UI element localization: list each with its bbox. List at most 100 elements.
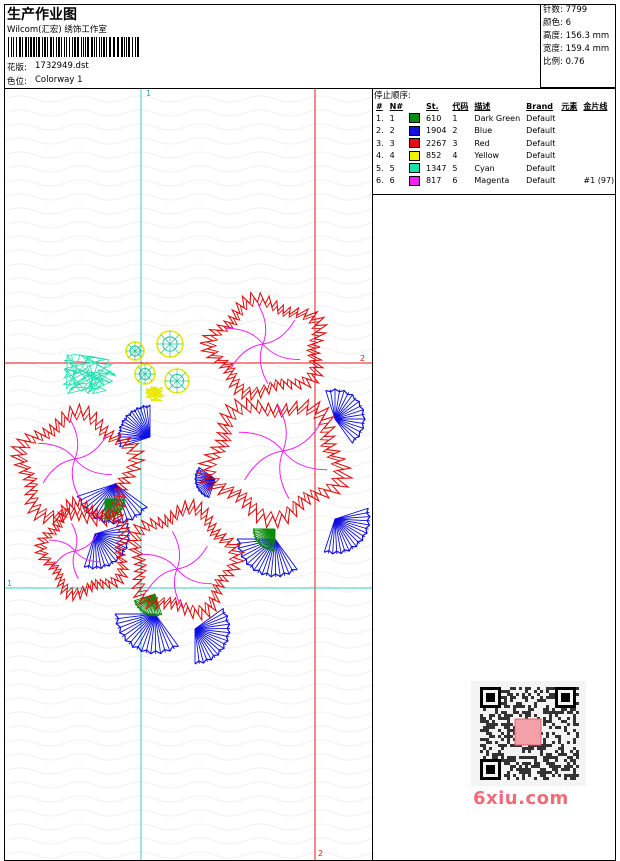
guide-label-v1: 1 xyxy=(146,89,151,98)
design-scale: 比例: 0.76 xyxy=(543,57,585,67)
row-swatch xyxy=(406,162,423,175)
color-swatch xyxy=(409,138,421,149)
row-index: 5. xyxy=(376,163,384,173)
row-element xyxy=(558,150,580,163)
col-swatch xyxy=(406,100,423,112)
row-needle: 1 xyxy=(389,113,395,123)
row-element xyxy=(558,175,580,188)
stats-list: 针数: 7799 颜色: 6 高度: 156.3 mm 宽度: 159.4 mm… xyxy=(543,4,609,69)
stop-row: 1. 1 610 1 Dark Green Default xyxy=(373,112,617,125)
stop-list-divider xyxy=(372,194,616,195)
col-stitches: St. xyxy=(426,101,439,111)
guide-label-h1: 1 xyxy=(7,579,12,588)
row-stitches: 610 xyxy=(426,113,442,123)
row-element xyxy=(558,112,580,125)
color-swatch xyxy=(409,150,421,161)
row-element xyxy=(558,137,580,150)
row-stitches: 1347 xyxy=(426,163,447,173)
row-code: 6 xyxy=(452,176,458,186)
row-needle: 4 xyxy=(389,151,395,161)
row-brand: Default xyxy=(526,113,556,123)
row-description: Dark Green xyxy=(474,113,521,123)
row-swatch xyxy=(406,125,423,138)
color-count: 颜色: 6 xyxy=(543,18,571,28)
row-stitches: 817 xyxy=(426,176,442,186)
row-brand: Default xyxy=(526,138,556,148)
company-name: Wilcom(汇宏) 绣饰工作室 xyxy=(7,25,107,35)
yellow-flower-4 xyxy=(164,368,190,394)
col-index: # xyxy=(376,101,383,111)
row-needle: 3 xyxy=(389,138,395,148)
color-swatch xyxy=(409,163,421,174)
col-needle: N# xyxy=(389,101,404,111)
guide-label-v2: 2 xyxy=(318,849,323,858)
colorway-name: Colorway 1 xyxy=(35,75,83,85)
row-code: 4 xyxy=(452,151,458,161)
qr-code-watermark xyxy=(471,681,586,786)
row-code: 1 xyxy=(452,113,458,123)
row-code: 5 xyxy=(452,163,458,173)
color-swatch xyxy=(409,125,421,136)
row-code: 3 xyxy=(452,138,458,148)
production-worksheet: 生产作业图 Wilcom(汇宏) 绣饰工作室 花版: 1732949.dst 色… xyxy=(0,0,620,861)
col-code: 代码 xyxy=(452,101,469,111)
page-title: 生产作业图 xyxy=(7,7,77,23)
qr-center-logo xyxy=(514,718,542,746)
watermark-text: 6xiu.com xyxy=(473,788,569,809)
stop-row: 5. 5 1347 5 Cyan Default xyxy=(373,162,617,175)
row-sequin: #1 (97) xyxy=(583,176,615,186)
row-swatch xyxy=(406,175,423,188)
row-element xyxy=(558,162,580,175)
row-sequin xyxy=(580,112,617,125)
table-header-row: # N# St. 代码 描述 Brand 元素 金片线 xyxy=(373,100,617,112)
row-description: Cyan xyxy=(474,163,495,173)
row-needle: 2 xyxy=(389,126,395,136)
row-swatch xyxy=(406,112,423,125)
design-width: 宽度: 159.4 mm xyxy=(543,44,610,54)
row-needle: 6 xyxy=(389,176,395,186)
row-sequin xyxy=(580,125,617,138)
row-brand: Default xyxy=(526,151,556,161)
col-description: 描述 xyxy=(474,101,491,111)
panel-divider xyxy=(372,88,373,861)
row-stitches: 852 xyxy=(426,151,442,161)
design-file: 1732949.dst xyxy=(35,61,89,71)
row-index: 1. xyxy=(376,113,384,123)
guide-label-h2: 2 xyxy=(360,354,365,363)
row-brand: Default xyxy=(526,126,556,136)
color-swatch xyxy=(409,113,421,124)
row-brand: Default xyxy=(526,176,556,186)
design-canvas: 1 2 1 2 xyxy=(5,89,372,860)
row-description: Blue xyxy=(474,126,493,136)
col-sequin: 金片线 xyxy=(583,101,608,111)
row-index: 3. xyxy=(376,138,384,148)
row-brand: Default xyxy=(526,163,556,173)
row-sequin xyxy=(580,162,617,175)
row-index: 2. xyxy=(376,126,384,136)
row-swatch xyxy=(406,137,423,150)
row-element xyxy=(558,125,580,138)
row-swatch xyxy=(406,150,423,163)
row-index: 4. xyxy=(376,151,384,161)
row-code: 2 xyxy=(452,126,458,136)
col-element: 元素 xyxy=(561,101,578,111)
barcode xyxy=(8,37,139,57)
row-description: Red xyxy=(474,138,490,148)
colorway-label: 色位: xyxy=(7,77,27,87)
design-label: 花版: xyxy=(7,63,27,73)
stop-row: 2. 2 1904 2 Blue Default xyxy=(373,125,617,138)
stop-row: 6. 6 817 6 Magenta Default #1 (97) xyxy=(373,175,617,188)
stop-row: 4. 4 852 4 Yellow Default xyxy=(373,150,617,163)
stitch-count: 针数: 7799 xyxy=(543,5,588,15)
canvas-background xyxy=(5,89,372,860)
stop-sequence-table: # N# St. 代码 描述 Brand 元素 金片线 1. 1 610 1 Dark … xyxy=(373,100,617,187)
row-stitches: 2267 xyxy=(426,138,447,148)
color-swatch xyxy=(409,175,421,186)
row-needle: 5 xyxy=(389,163,395,173)
yellow-flower-3 xyxy=(134,363,156,385)
stop-row: 3. 3 2267 3 Red Default xyxy=(373,137,617,150)
row-description: Magenta xyxy=(474,176,510,186)
row-sequin xyxy=(580,137,617,150)
yellow-flower-1 xyxy=(125,341,145,361)
row-sequin xyxy=(580,150,617,163)
